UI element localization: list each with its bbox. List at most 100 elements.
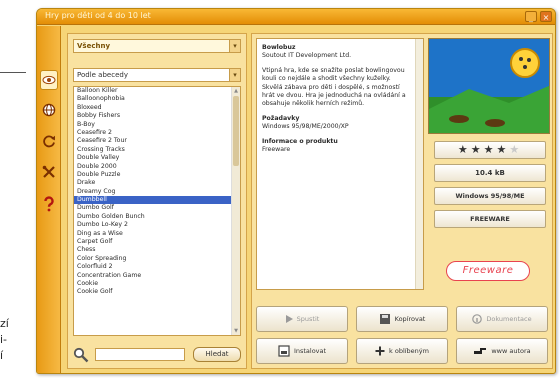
list-item[interactable]: Dumbbell	[74, 196, 232, 205]
question-icon	[44, 196, 54, 212]
author-website-label: www autora	[491, 347, 531, 355]
rating-stars: ★★★★★	[434, 141, 546, 159]
add-to-favorites-button[interactable]: k oblíbeným	[356, 338, 448, 364]
license-label: FREEWARE	[434, 210, 546, 228]
scroll-thumb[interactable]	[233, 96, 239, 166]
category-filter-value: Všechny	[77, 42, 111, 50]
list-item[interactable]: Dumbo Golden Bunch	[74, 213, 232, 221]
refresh-icon	[43, 135, 55, 148]
list-item[interactable]: Colorfluid 2	[74, 263, 232, 271]
freeware-logo: Freeware	[446, 261, 530, 281]
callout-line	[0, 72, 26, 73]
list-item[interactable]: Ceasefire 2 Tour	[74, 137, 232, 145]
pointing-hand-icon	[474, 348, 487, 354]
sort-order-value: Podle abecedy	[77, 71, 128, 79]
bowling-preview-image	[429, 39, 549, 133]
list-item[interactable]: Chess	[74, 246, 232, 254]
list-item[interactable]: Dumbo Golf	[74, 204, 232, 212]
search-input[interactable]	[95, 348, 185, 361]
game-list-items: Balloon Killer Balloonophobia Bloxeed Bobby…	[74, 87, 232, 297]
list-item[interactable]: B-Boy	[74, 121, 232, 129]
product-info-value: Freeware	[262, 146, 291, 154]
author-website-button[interactable]: www autora	[456, 338, 548, 364]
product-info-label: Informace o produktu	[262, 137, 338, 145]
list-item[interactable]: Ding as a Wise	[74, 230, 232, 238]
page-edge-text: í	[0, 349, 4, 362]
install-icon	[278, 345, 290, 357]
sidebar-item-globe[interactable]	[40, 100, 58, 120]
game-screenshot	[428, 38, 550, 134]
platform-label: Windows 95/98/ME	[434, 187, 546, 205]
list-item[interactable]: Carpet Golf	[74, 238, 232, 246]
globe-icon	[42, 103, 56, 117]
add-to-favorites-label: k oblíbeným	[389, 347, 429, 355]
game-detail-panel: Bowlobuz Soutout IT Development Ltd. Vti…	[251, 33, 553, 369]
plus-icon	[375, 346, 385, 356]
close-button[interactable]: ×	[540, 11, 552, 22]
list-item[interactable]: Double Puzzle	[74, 171, 232, 179]
requirements-label: Požadavky	[262, 114, 300, 122]
sidebar-item-refresh[interactable]	[40, 131, 58, 151]
documentation-button[interactable]: Dokumentace	[456, 306, 548, 332]
info-icon	[472, 314, 483, 324]
star-filled-icon: ★	[457, 143, 471, 156]
description-box: Bowlobuz Soutout IT Development Ltd. Vti…	[256, 38, 424, 290]
list-item[interactable]: Double Valley	[74, 154, 232, 162]
search-button[interactable]: Hledat	[193, 347, 241, 362]
description-scrollbar[interactable]	[415, 39, 423, 289]
sidebar-item-tools[interactable]	[40, 162, 58, 182]
list-item[interactable]: Bobby Fishers	[74, 112, 232, 120]
chevron-down-icon[interactable]: ▾	[229, 40, 240, 52]
window-title: Hry pro děti od 4 do 10 let	[45, 11, 151, 20]
game-list[interactable]: Balloon Killer Balloonophobia Bloxeed Bobby…	[73, 86, 241, 336]
install-button[interactable]: Instalovat	[256, 338, 348, 364]
list-item[interactable]: Bloxeed	[74, 104, 232, 112]
title-bar[interactable]: Hry pro děti od 4 do 10 let _ ×	[37, 9, 555, 25]
sidebar-item-eye[interactable]	[40, 70, 58, 90]
list-item[interactable]: Dumbo Lo-Key 2	[74, 221, 232, 229]
game-list-panel: Všechny ▾ Podle abecedy ▾ Balloon Killer…	[67, 33, 247, 369]
game-title: Bowlobuz	[262, 44, 296, 51]
game-info-column: ★★★★★ 10.4 kB Windows 95/98/ME FREEWARE …	[428, 38, 550, 290]
star-filled-icon: ★	[483, 143, 497, 156]
sort-order-select[interactable]: Podle abecedy ▾	[73, 68, 241, 82]
minimize-button[interactable]: _	[525, 11, 537, 22]
category-filter-select[interactable]: Všechny ▾	[73, 39, 241, 53]
list-item[interactable]: Dreamy Cog	[74, 188, 232, 196]
star-filled-icon: ★	[470, 143, 484, 156]
scroll-up-icon[interactable]: ▲	[232, 87, 240, 95]
app-window: Hry pro děti od 4 do 10 let _ × Všechny …	[36, 8, 556, 374]
copy-label: Kopírovat	[394, 315, 426, 323]
eye-icon	[42, 75, 56, 85]
play-icon	[285, 315, 293, 323]
screenshot-canvas: zí i- í Hry pro děti od 4 do 10 let _ ×	[0, 0, 560, 378]
list-item[interactable]: Crossing Tracks	[74, 146, 232, 154]
game-company: Soutout IT Development Ltd.	[262, 52, 352, 60]
list-item[interactable]: Ceasefire 2	[74, 129, 232, 137]
star-filled-icon: ★	[496, 143, 510, 156]
list-item[interactable]: Balloon Killer	[74, 87, 232, 95]
run-button[interactable]: Spustit	[256, 306, 348, 332]
tools-icon	[42, 165, 55, 178]
chevron-down-icon[interactable]: ▾	[229, 69, 240, 81]
list-item[interactable]: Cookie Golf	[74, 288, 232, 296]
copy-button[interactable]: Kopírovat	[356, 306, 448, 332]
page-edge-text: zí	[0, 317, 9, 330]
list-item[interactable]: Cookie	[74, 280, 232, 288]
search-row: Hledat	[73, 346, 241, 364]
sidebar-item-help[interactable]	[40, 194, 58, 214]
requirements-value: Windows 95/98/ME/2000/XP	[262, 123, 349, 131]
list-item[interactable]: Balloonophobia	[74, 95, 232, 103]
list-item[interactable]: Concentration Game	[74, 272, 232, 280]
game-description: Vtipná hra, kde se snažíte poslat bowlin…	[262, 66, 406, 108]
run-label: Spustit	[296, 315, 320, 323]
list-item[interactable]: Drake	[74, 179, 232, 187]
file-size: 10.4 kB	[434, 164, 546, 182]
page-edge-text: i-	[0, 333, 8, 346]
game-list-scrollbar[interactable]: ▲ ▼	[231, 87, 240, 335]
list-item[interactable]: Double 2000	[74, 163, 232, 171]
list-item[interactable]: Color Spreading	[74, 255, 232, 263]
scroll-down-icon[interactable]: ▼	[232, 327, 240, 335]
disk-icon	[379, 314, 390, 324]
search-icon	[73, 347, 89, 363]
